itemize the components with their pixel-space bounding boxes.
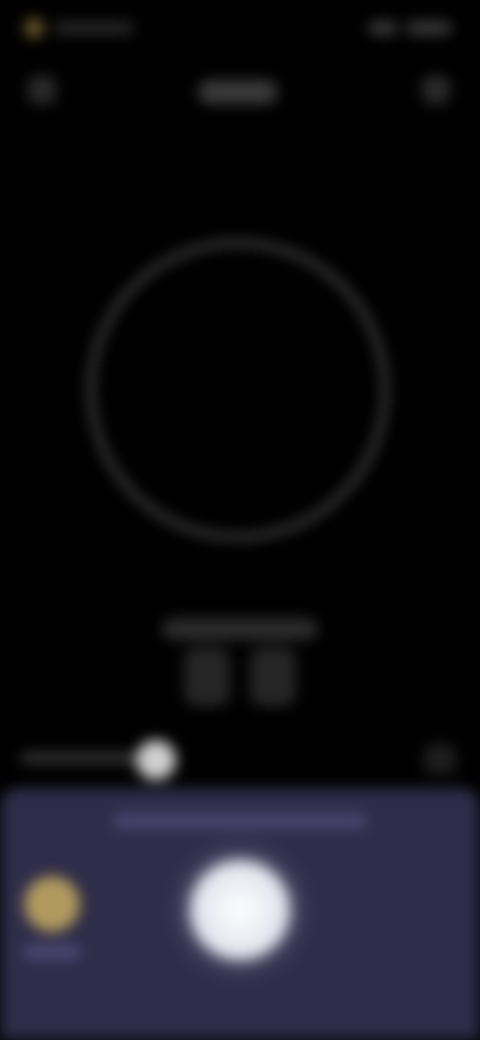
circle-icon[interactable] xyxy=(24,876,80,932)
slider-knob[interactable] xyxy=(136,740,176,780)
top-bar xyxy=(0,60,480,120)
app-screen xyxy=(0,0,480,1040)
status-chip xyxy=(368,21,398,35)
back-icon[interactable] xyxy=(28,76,56,104)
sheet-title xyxy=(112,812,368,830)
status-left xyxy=(24,16,134,40)
status-bar xyxy=(0,0,480,56)
progress-ring xyxy=(88,240,388,540)
status-chip xyxy=(406,21,452,35)
value-digit xyxy=(184,648,230,706)
status-text xyxy=(54,22,134,34)
dot-icon xyxy=(24,18,44,38)
top-bar-title xyxy=(198,80,278,104)
ring-label xyxy=(162,618,318,640)
slider-row xyxy=(0,736,480,780)
sheet-left-label xyxy=(22,944,82,960)
status-right xyxy=(342,16,452,40)
menu-icon[interactable] xyxy=(422,76,450,104)
value-digit xyxy=(250,648,296,706)
bottom-sheet xyxy=(0,788,480,1040)
end-icon[interactable] xyxy=(424,744,456,774)
record-button[interactable] xyxy=(190,860,290,960)
blurred-content xyxy=(0,0,480,1040)
